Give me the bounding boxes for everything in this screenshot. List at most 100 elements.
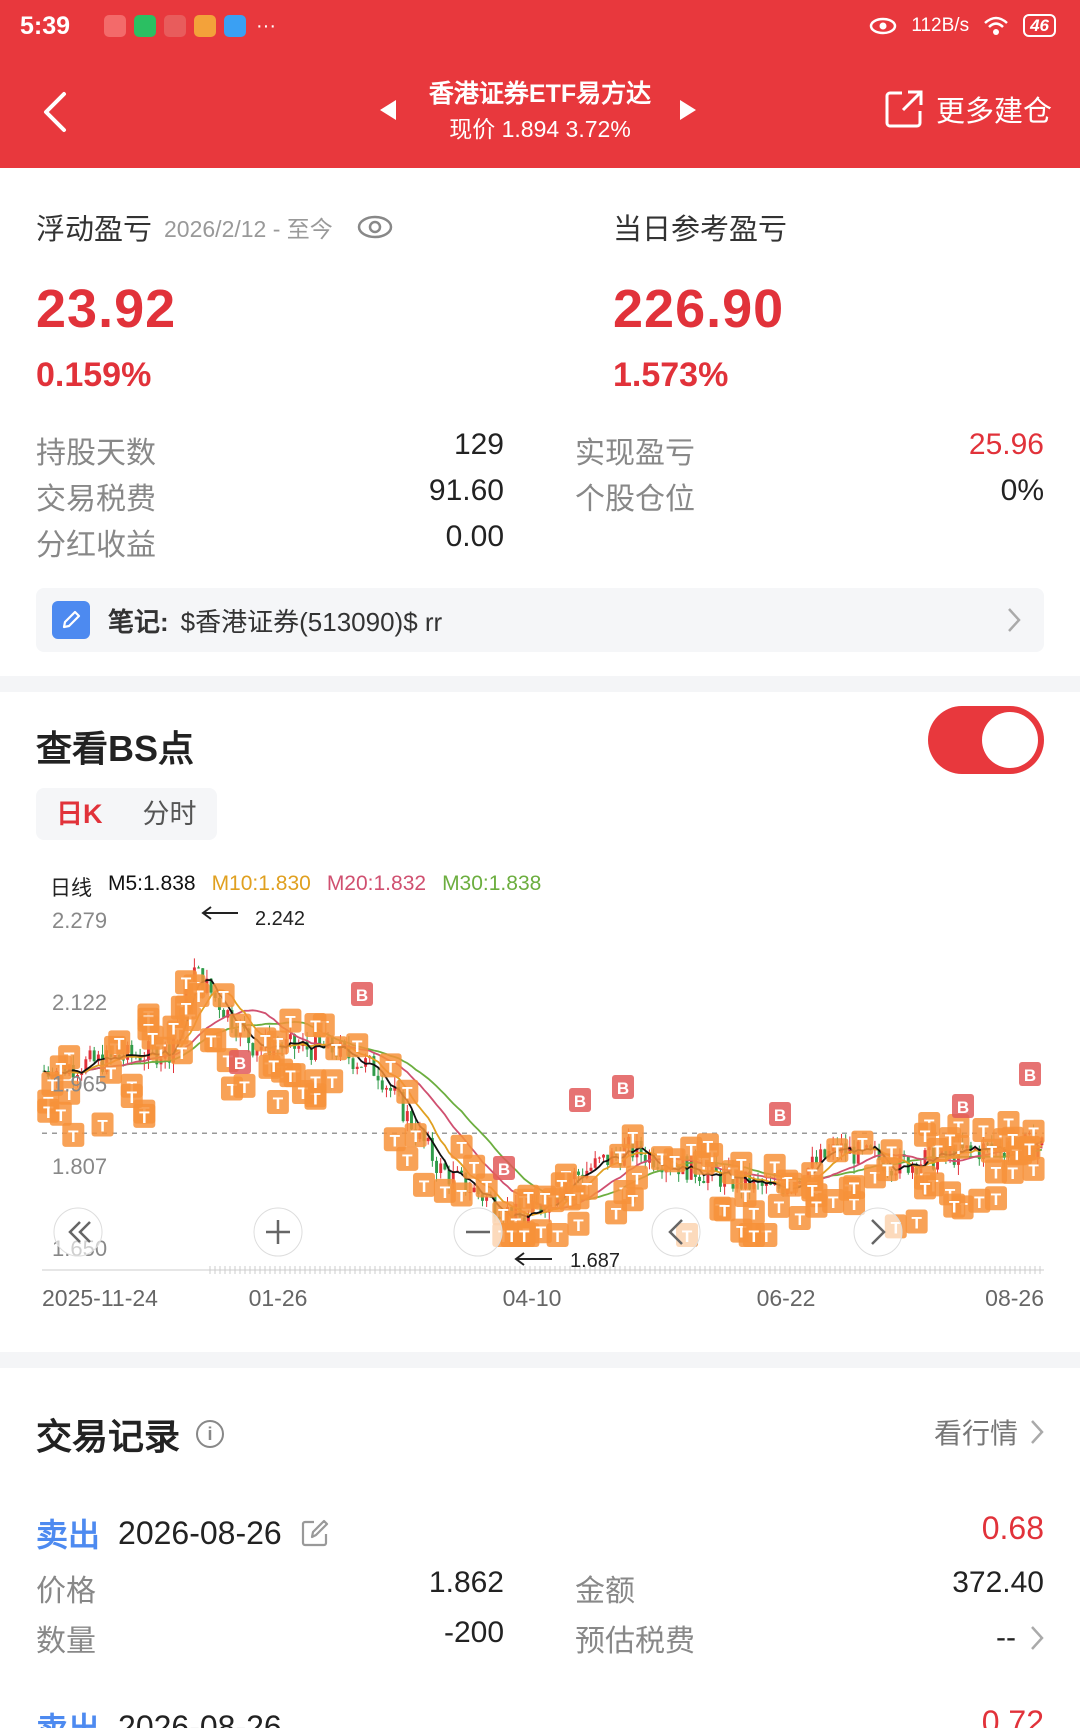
candle-body [589,1167,593,1171]
candle-body [351,1058,355,1070]
marker-t-label: T [402,1084,413,1103]
bs-section-title: 查看BS点 [36,728,195,769]
trade-record-head[interactable]: 卖出 2026-08-26 [36,1704,282,1728]
marker-t-label: T [97,1116,108,1135]
marker-t-label: T [310,1073,321,1092]
daily-pnl-block: 当日参考盈亏 226.90 1.573% [613,206,787,395]
network-speed: 112B/s [911,14,970,36]
chart-prev-button[interactable] [651,1207,701,1257]
note-bar[interactable]: 笔记: $香港证券(513090)$ rr [36,588,1044,652]
low-annotation: 1.687 [514,1250,620,1272]
trade-type: 卖出 [36,1704,100,1728]
marker-t-label: T [978,1122,989,1141]
chart-zoom-out-button[interactable] [453,1207,503,1257]
marker-t-label: T [719,1201,730,1220]
candle-body [251,1043,255,1056]
stat-value: 0.00 [445,520,504,553]
floating-pnl-block: 浮动盈亏 2026/2/12 - 至今 23.92 0.159% [36,206,393,395]
daily-pnl-percent: 1.573% [613,356,729,394]
marker-t-label: T [327,1073,338,1092]
marker-t-label: T [285,1013,296,1032]
trade-record-head[interactable]: 卖出 2026-08-26 [36,1510,330,1556]
marker-t-label: T [402,1151,413,1170]
marker-b-label: B [356,986,368,1005]
trade-tax-row[interactable]: 预估税费 -- [575,1616,1044,1660]
marker-t-label: T [632,1170,643,1189]
chart-tabs: 日K 分时 [36,788,217,840]
candle-body [92,1050,96,1062]
candle-body [435,1160,438,1173]
marker-b-label: B [234,1054,246,1073]
note-text: $香港证券(513090)$ rr [180,606,443,637]
low-annotation-text: 1.687 [570,1250,620,1272]
info-icon[interactable]: i [196,1420,225,1448]
stat-label: 持股天数 [36,437,156,470]
marker-t-label: T [882,1161,893,1180]
trade-qty-label: 数量 [36,1625,96,1658]
marker-t-label: T [269,1057,280,1076]
marker-t-label: T [774,1198,785,1217]
candle-body [197,967,201,969]
marker-t-label: T [828,1193,839,1212]
x-tick-label: 01-26 [249,1285,308,1311]
trade-tax-label: 预估税费 [575,1625,695,1658]
marker-t-label: T [206,1032,217,1051]
y-tick-label: 2.122 [52,990,107,1015]
back-button[interactable] [36,88,76,136]
floating-pnl-percent: 0.159% [36,356,152,394]
chart-rewind-button[interactable] [53,1207,103,1257]
marker-t-label: T [419,1177,430,1196]
tab-intraday[interactable]: 分时 [123,788,217,840]
candle-body [698,1176,702,1182]
marker-t-label: T [456,1186,467,1205]
next-stock-arrow-icon[interactable] [680,100,696,120]
marker-t-label: T [669,1152,680,1171]
marker-t-label: T [519,1227,530,1246]
bs-toggle-switch[interactable] [928,706,1044,774]
stat-position-ratio: 个股仓位 0% [575,474,1044,518]
eye-toggle-icon[interactable] [357,214,393,240]
edit-note-icon [52,601,90,639]
trade-amount: 0.72 [981,1704,1044,1728]
candle-body [380,1080,384,1090]
trade-total-value: 372.40 [952,1566,1044,1599]
stock-name: 香港证券ETF易方达 [428,80,652,108]
more-position-label: 更多建仓 [935,96,1052,128]
marker-t-label: T [56,1106,67,1125]
tab-daily-k[interactable]: 日K [36,788,123,840]
marker-t-label: T [260,1031,271,1050]
trades-section-title: 交易记录 i [36,1408,225,1460]
x-tick-label: 2025-11-24 [42,1285,158,1311]
candle-body [472,1187,476,1193]
candle-body [597,1157,601,1159]
marker-t-label: T [127,1088,138,1107]
candle-body [288,1034,292,1040]
chart-next-button[interactable] [853,1207,903,1257]
view-market-link[interactable]: 看行情 [934,1412,1044,1452]
candle-body [906,1156,910,1173]
marker-t-label: T [703,1137,714,1156]
marker-t-label: T [218,987,229,1006]
marker-b-label: B [574,1092,586,1111]
toggle-knob [982,712,1038,768]
more-position-button[interactable]: 更多建仓 [884,88,1052,130]
edit-icon[interactable] [300,1518,330,1548]
stat-label: 实现盈亏 [575,437,695,470]
y-tick-label: 2.279 [52,908,107,933]
share-out-icon [885,90,923,128]
stat-value: 0% [1000,474,1044,507]
section-divider [0,1352,1080,1368]
candle-body [823,1149,827,1158]
marker-t-label: T [807,1181,818,1200]
marker-t-label: T [991,1163,1002,1182]
kline-chart[interactable]: TTTTTTTTTTTTTTTT TTT TTTTTTTTTTTTTTTTTTTTT… [0,860,1080,1320]
y-tick-label: 1.807 [52,1154,107,1179]
trade-date: 2026-08-26 [118,1708,282,1728]
marker-t-label: T [857,1135,868,1154]
candle-body [405,1111,409,1122]
browser-app-icon [224,15,246,37]
marker-t-label: T [235,1018,246,1037]
chevron-right-icon [1031,1626,1044,1650]
chart-zoom-in-button[interactable] [253,1207,303,1257]
marker-t-label: T [139,1108,150,1127]
